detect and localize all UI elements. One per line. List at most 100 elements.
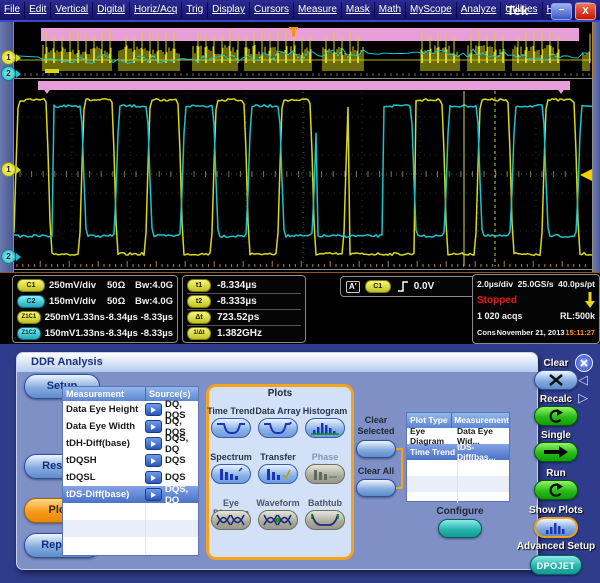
measurement-row[interactable]: tDH-Diff(base) DQS, DQ [63, 433, 198, 455]
panel-prev-arrow[interactable]: ◁ [578, 374, 588, 388]
plot-row-empty[interactable] [407, 492, 509, 503]
overview-waveform[interactable] [13, 27, 591, 77]
plot-row-empty[interactable] [407, 460, 509, 476]
single-button[interactable] [534, 442, 578, 462]
recalc-label: Recalc [539, 394, 573, 405]
clear-x-icon [549, 374, 563, 386]
channel-readouts: C1 250mV/div 50Ω Bw:4.0G C2 150mV/div 50… [12, 275, 178, 343]
recalc-icon [549, 408, 563, 423]
measurement-row-empty[interactable] [63, 520, 198, 537]
recalc-button[interactable] [534, 406, 578, 426]
ch2-arrow-icon [16, 69, 21, 78]
ch1-arrow-icon [16, 165, 21, 174]
ch1-badge: C1 [17, 278, 45, 292]
histogram-icon [311, 423, 339, 435]
spectrum-button[interactable] [211, 464, 251, 484]
menu-digital[interactable]: Digital [93, 2, 130, 18]
date: November 21, 2013 [496, 327, 565, 337]
menu-edit[interactable]: Edit [25, 2, 52, 18]
clear-connector-line [396, 487, 402, 489]
menu-horiz-acq[interactable]: Horiz/Acq [130, 2, 183, 18]
spectrum-label: Spectrum [210, 452, 252, 462]
single-label: Single [540, 430, 571, 441]
trigger-source-badge: C1 [364, 280, 391, 293]
source-expand-icon[interactable] [145, 471, 162, 484]
overview-ch1-marker[interactable]: 1 [1, 50, 21, 65]
z1c1-time-scale: 1.33ns [75, 311, 105, 323]
inv-delta-t-value: 1.382GHz [217, 328, 263, 339]
run-loop-icon [549, 482, 563, 497]
ddr-window-title: DDR Analysis [17, 353, 537, 372]
eye-diagram-icon [216, 514, 245, 526]
measurement-row[interactable]: tDQSH DQS [63, 452, 198, 469]
plot-row-selected[interactable]: Time Trend tDS-Diff(bas... [407, 442, 509, 462]
measurement-row-selected[interactable]: tDS-Diff(base) DQS, DQ [63, 484, 198, 506]
plot-table: Plot Type Measurement Eye Diagram Data E… [406, 412, 510, 503]
menu-vertical[interactable]: Vertical [51, 2, 94, 18]
measurement-row-empty[interactable] [63, 503, 198, 520]
zoom1-ch2-readout: Z1C2 150mV 1.33ns -8.34µs -8.33µs [17, 326, 173, 340]
single-arrow-icon [544, 446, 568, 458]
ch2-arrow-icon [16, 252, 21, 261]
clear-button[interactable] [534, 370, 578, 390]
close-button[interactable]: X [575, 3, 596, 20]
time-trend-button[interactable] [211, 418, 251, 438]
histogram-button[interactable] [305, 418, 345, 438]
phase-noise-button [305, 464, 345, 484]
time-trend-label: Time Trend [207, 406, 255, 416]
source-expand-icon[interactable] [145, 403, 162, 416]
menu-display[interactable]: Display [208, 2, 250, 18]
source-expand-icon[interactable] [145, 437, 162, 450]
menu-math[interactable]: Math [375, 2, 407, 18]
dpojet-button[interactable]: DPOJET [530, 555, 582, 575]
zoom-waveform-graticule[interactable] [13, 78, 593, 270]
ch1-impedance: 50Ω [107, 279, 126, 291]
menu-myscope[interactable]: MyScope [406, 2, 457, 18]
measurement-row-empty[interactable] [63, 537, 198, 554]
header-measurement[interactable]: Measurement [63, 387, 145, 401]
spectrum-icon [220, 467, 243, 480]
ch1-arrow-icon [16, 53, 21, 62]
minimize-button[interactable]: – [551, 3, 572, 20]
trigger-a-badge: A' [346, 280, 360, 293]
data-array-label: Data Array [255, 406, 301, 416]
source-expand-icon[interactable] [145, 454, 162, 467]
plot-row-empty[interactable] [407, 476, 509, 492]
eye-diagram-button[interactable] [211, 510, 251, 530]
status-row: Stopped [477, 292, 595, 308]
menu-cursors[interactable]: Cursors [250, 2, 294, 18]
source-expand-icon[interactable] [145, 488, 162, 501]
menu-analyze[interactable]: Analyze [457, 2, 502, 18]
ch2-readout: C2 150mV/div 50Ω Bw:4.0G [17, 294, 173, 308]
ch1-scale: 250mV/div [49, 279, 96, 291]
resolution: 40.0ps/pt [558, 279, 595, 289]
transfer-icon [267, 469, 291, 480]
timebase: 2.0µs/div [477, 279, 514, 289]
cons-label: Cons [477, 327, 496, 337]
menu-trig[interactable]: Trig [182, 2, 209, 18]
waveform-button[interactable] [258, 510, 298, 530]
datetime-row: Cons November 21, 2013 15:11:27 [477, 325, 595, 339]
data-array-button[interactable] [258, 418, 298, 438]
main-ch2-marker[interactable]: 2 [1, 249, 21, 264]
transfer-button[interactable] [258, 464, 298, 484]
measurement-table: Measurement Source(s) Data Eye Height DQ… [62, 386, 199, 556]
show-plots-histogram-icon [546, 522, 565, 534]
z1c2-time-scale: 1.33ns [75, 327, 105, 339]
bathtub-button[interactable] [305, 510, 345, 530]
ch2-scale: 150mV/div [49, 295, 96, 307]
phase-noise-icon [314, 470, 337, 480]
menu-mask[interactable]: Mask [342, 2, 375, 18]
clear-all-button[interactable] [356, 479, 396, 497]
run-button[interactable] [534, 480, 578, 500]
menu-measure[interactable]: Measure [294, 2, 342, 18]
source-expand-icon[interactable] [145, 420, 162, 433]
tek-logo: Tek [506, 3, 528, 18]
overview-ch2-marker[interactable]: 2 [1, 66, 21, 81]
clear-selected-button[interactable] [356, 440, 396, 458]
z1c2-pos2: -8.33µs [140, 327, 173, 339]
configure-button[interactable] [438, 519, 482, 538]
menu-file[interactable]: File [0, 2, 26, 18]
show-plots-button[interactable] [534, 517, 578, 538]
main-ch1-marker[interactable]: 1 [1, 162, 21, 177]
